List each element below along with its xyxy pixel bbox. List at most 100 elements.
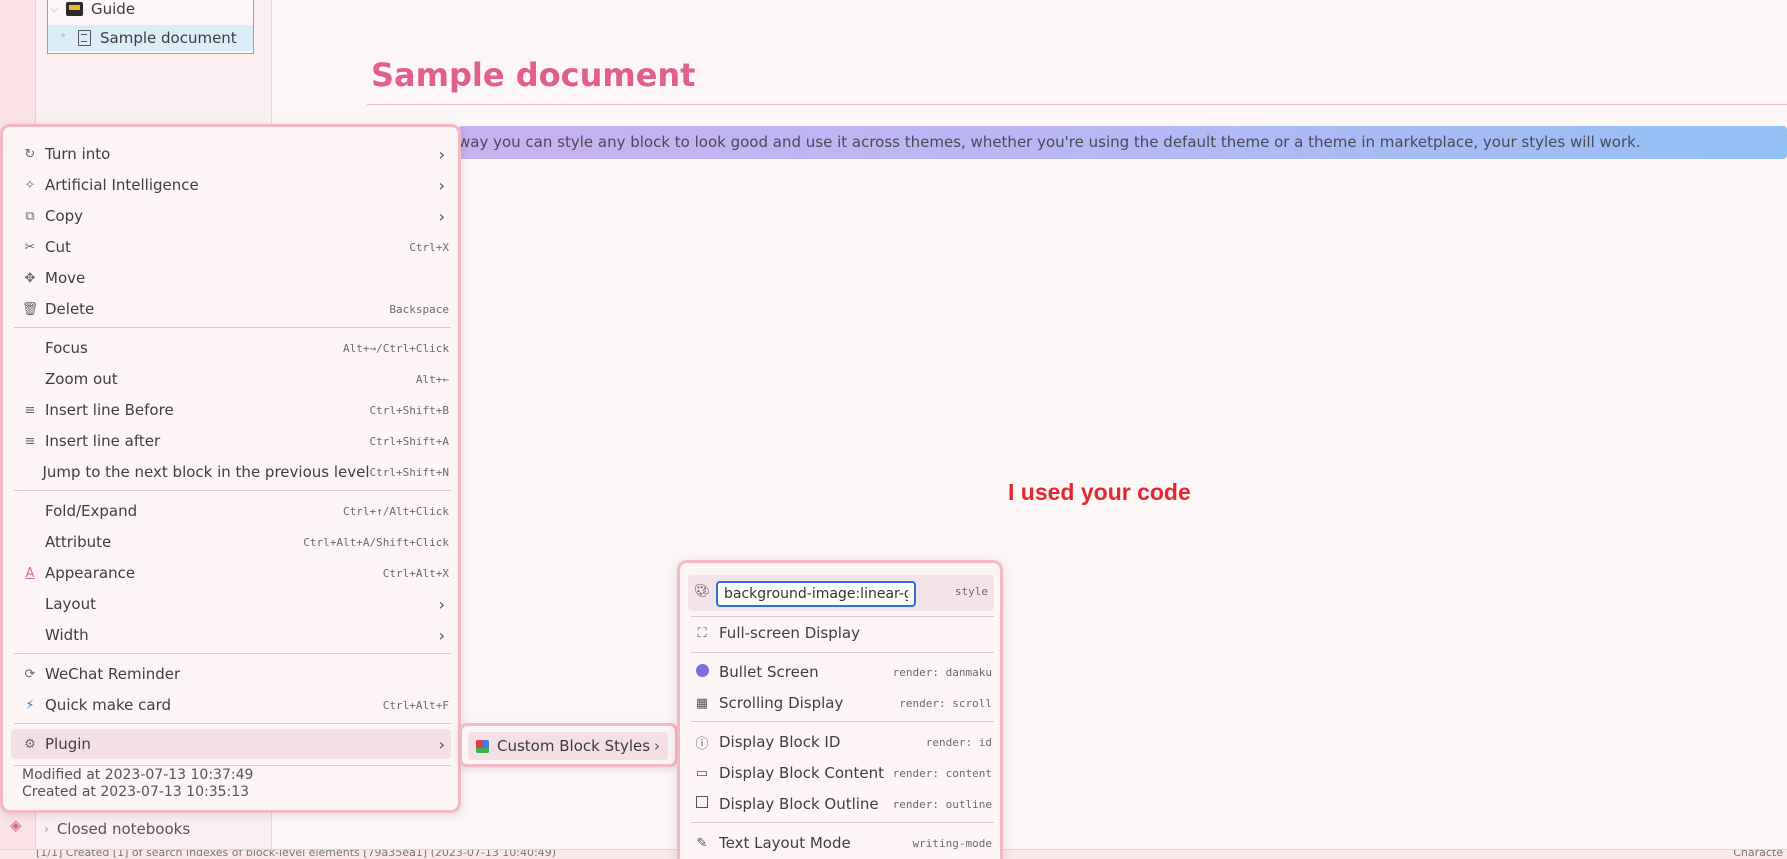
menu-item-icon: ⚙: [24, 736, 36, 752]
page-title[interactable]: Sample document: [371, 56, 695, 94]
menu-item-icon: ↻: [24, 146, 36, 162]
menu-item-label: Copy: [45, 207, 84, 225]
document-icon: [78, 30, 91, 46]
menu-item-icon: ⚡: [25, 697, 35, 713]
blocks-icon: [476, 739, 489, 753]
chevron-right-icon: ›: [438, 144, 445, 164]
menu-separator: [691, 652, 994, 653]
style-tag: style: [954, 585, 988, 598]
menu-item-label: Cut: [45, 238, 71, 256]
tree-item-label: Guide: [91, 0, 136, 18]
menu-item-move[interactable]: ✥ Move: [11, 263, 451, 293]
menu-item-zoom-out[interactable]: Zoom out Alt+←: [11, 364, 451, 394]
chevron-right-icon: ›: [438, 734, 445, 754]
menu-item-display-block-outline[interactable]: Display Block Outline render: outline: [688, 789, 994, 819]
menu-separator: [691, 822, 994, 823]
menu-item-delete[interactable]: 🗑 Delete Backspace: [11, 294, 451, 324]
menu-item-turn-into[interactable]: ↻ Turn into ›: [11, 139, 451, 169]
menu-item-wechat-reminder[interactable]: ⟳ WeChat Reminder: [11, 659, 451, 689]
menu-item-artificial-intelligence[interactable]: ✧ Artificial Intelligence ›: [11, 170, 451, 200]
menu-item-label: Layout: [45, 595, 96, 613]
menu-item-label: Display Block Content: [719, 764, 885, 782]
menu-item-label: Artificial Intelligence: [45, 176, 199, 194]
chevron-right-icon: ›: [44, 822, 49, 836]
menu-item-icon: ✥: [24, 270, 36, 286]
status-character-count: Characte: [1733, 849, 1783, 859]
menu-item-icon: ✂: [24, 239, 36, 255]
menu-item-shortcut: Ctrl+X: [409, 240, 449, 254]
chevron-right-icon: ›: [438, 175, 445, 195]
menu-item-text-layout-mode[interactable]: ✎ Text Layout Mode writing-mode: [688, 828, 994, 858]
menu-item-scrolling-display[interactable]: ▦ Scrolling Display render: scroll: [688, 688, 994, 718]
menu-item-label: Zoom out: [45, 370, 118, 388]
chevron-right-icon: ›: [438, 594, 445, 614]
menu-item-icon: ⓘ: [695, 736, 709, 752]
tag-icon[interactable]: ◈: [10, 816, 22, 834]
menu-item-copy[interactable]: ⧉ Copy ›: [11, 201, 451, 231]
chevron-down-icon[interactable]: ⌵: [48, 4, 60, 15]
closed-notebooks[interactable]: › Closed notebooks: [44, 820, 190, 838]
menu-item-attribute[interactable]: Attribute Ctrl+Alt+A/Shift+Click: [11, 527, 451, 557]
menu-item-full-screen-display[interactable]: ⛶ Full-screen Display: [688, 618, 994, 648]
menu-item-bullet-screen[interactable]: Bullet Screen render: danmaku: [688, 657, 994, 687]
menu-item-jump-to-the-next-block-in-the-previous-level[interactable]: Jump to the next block in the previous l…: [11, 457, 451, 487]
menu-item-tag: writing-mode: [912, 836, 992, 850]
menu-item-label: Turn into: [45, 145, 111, 163]
menu-item-label: Delete: [45, 300, 95, 318]
block-context-menu: ↻ Turn into › ✧ Artificial Intelligence › ⧉ Cop…: [0, 124, 461, 813]
menu-item-label: Quick make card: [45, 696, 171, 714]
style-input[interactable]: [716, 581, 916, 607]
closed-notebooks-label: Closed notebooks: [56, 820, 191, 838]
menu-item-display-block-id[interactable]: ⓘ Display Block ID render: id: [688, 727, 994, 757]
menu-item-plugin[interactable]: ⚙ Plugin ›: [11, 729, 451, 759]
created-timestamp: Created at 2023-07-13 10:35:13: [22, 784, 250, 800]
tree-item-sample-document[interactable]: ° Sample document: [48, 25, 253, 51]
menu-item-shortcut: Ctrl+Alt+X: [382, 566, 449, 580]
bullet-screen-icon: [693, 663, 711, 681]
menu-item-icon: ▦: [695, 695, 709, 711]
menu-item-label: Custom Block Styles: [497, 737, 651, 755]
menu-item-label: Insert line after: [45, 432, 161, 450]
menu-item-tag: render: danmaku: [892, 665, 992, 679]
menu-item-cut[interactable]: ✂ Cut Ctrl+X: [11, 232, 451, 262]
menu-item-focus[interactable]: Focus Alt+→/Ctrl+Click: [11, 333, 451, 363]
menu-item-label: WeChat Reminder: [45, 665, 181, 683]
styled-block[interactable]: way you can style any block to look good…: [458, 126, 1787, 159]
menu-item-label: Full-screen Display: [719, 624, 860, 642]
menu-item-layout[interactable]: Layout ›: [11, 589, 451, 619]
menu-item-tag: render: outline: [892, 797, 992, 811]
plugin-submenu: Custom Block Styles ›: [459, 723, 678, 767]
menu-separator: [14, 653, 451, 654]
menu-item-display-block-content[interactable]: ▭ Display Block Content render: content: [688, 758, 994, 788]
menu-item-label: Bullet Screen: [719, 663, 819, 681]
menu-item-fold-expand[interactable]: Fold/Expand Ctrl+↑/Alt+Click: [11, 496, 451, 526]
file-tree: ⌵ Guide ° Sample document: [47, 0, 254, 54]
menu-item-shortcut: Ctrl+Shift+N: [369, 465, 449, 479]
menu-item-label: Focus: [45, 339, 88, 357]
menu-item-icon: A: [25, 565, 35, 581]
menu-item-tag: render: id: [925, 735, 992, 749]
menu-item-appearance[interactable]: A Appearance Ctrl+Alt+X: [11, 558, 451, 588]
chevron-right-icon: ›: [438, 206, 445, 226]
red-text-block[interactable]: I used your code: [1008, 479, 1191, 506]
title-divider: [367, 104, 1787, 105]
menu-item-insert-line-before[interactable]: ≡ Insert line Before Ctrl+Shift+B: [11, 395, 451, 425]
menu-item-icon: ≡: [24, 402, 36, 418]
chevron-right-icon: ›: [654, 737, 660, 755]
menu-item-label: Width: [45, 626, 89, 644]
menu-item-label: Move: [45, 269, 86, 287]
menu-item-insert-line-after[interactable]: ≡ Insert line after Ctrl+Shift+A: [11, 426, 451, 456]
menu-item-label: Appearance: [45, 564, 136, 582]
menu-item-custom-block-styles[interactable]: Custom Block Styles ›: [468, 732, 668, 760]
menu-item-tag: render: content: [892, 766, 992, 780]
menu-item-width[interactable]: Width ›: [11, 620, 451, 650]
tree-item-guide[interactable]: ⌵ Guide: [48, 0, 253, 22]
menu-item-icon: ▭: [695, 765, 709, 781]
menu-item-label: Text Layout Mode: [719, 834, 851, 852]
menu-item-shortcut: Ctrl+Shift+B: [369, 403, 449, 417]
menu-item-label: Attribute: [45, 533, 112, 551]
status-message: [1/1] Created [1] of search indexes of b…: [36, 849, 557, 859]
menu-item-quick-make-card[interactable]: ⚡ Quick make card Ctrl+Alt+F: [11, 690, 451, 720]
style-input-row: 🎨︎ style: [688, 575, 994, 611]
menu-item-label: Plugin: [45, 735, 91, 753]
